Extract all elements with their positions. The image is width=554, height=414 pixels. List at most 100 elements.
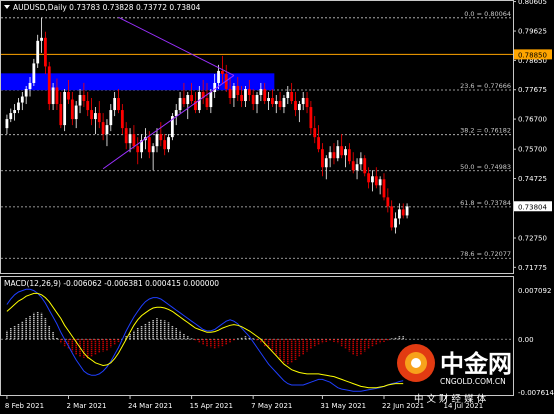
candle-bull	[232, 85, 236, 99]
fib-label: 23.6 = 0.77666	[460, 82, 511, 90]
candle-bull	[78, 95, 82, 106]
chart-canvas[interactable]: 0.0 = 0.80064 23.6 = 0.77666 38.2 = 0.7618…	[0, 0, 554, 414]
candle-bear	[374, 176, 378, 186]
candle-bear	[82, 95, 86, 102]
candle-bear	[351, 161, 355, 171]
candle-bull	[128, 134, 132, 144]
candle-bear	[390, 206, 394, 228]
candle-bear	[321, 149, 324, 168]
watermark-tagline: 中 文 财 经 媒 体	[414, 393, 487, 405]
candle-bull	[74, 105, 78, 120]
candle-bear	[363, 158, 367, 174]
fib-label: 38.2 = 0.76182	[460, 127, 511, 135]
candle-bull	[213, 82, 217, 92]
fib-label: 61.8 = 0.73784	[460, 199, 511, 207]
candle-bull	[51, 87, 55, 105]
candle-bull	[255, 95, 259, 105]
price-tick-label: 0.74725	[518, 175, 547, 183]
price-tick-label: 0.77675	[518, 86, 547, 94]
candle-bull	[209, 92, 213, 108]
candle-bear	[147, 137, 151, 153]
candle-bull	[94, 113, 97, 120]
candle-bull	[24, 88, 28, 97]
macd-values-label: MACD(12,26,9) -0.006062 -0.006381 0.0004…	[4, 279, 219, 288]
candle-bear	[240, 95, 244, 102]
candle-bear	[278, 101, 282, 108]
candle-bear	[159, 134, 163, 141]
candle-bear	[47, 66, 51, 105]
price-tick-label: 0.75700	[518, 146, 547, 154]
candle-bull	[113, 98, 117, 111]
fib-label: 78.6 = 0.72077	[460, 250, 511, 258]
time-tick-label: 31 May 2021	[320, 402, 366, 410]
candle-bear	[101, 122, 105, 135]
candle-bull	[5, 119, 9, 129]
candle-bear	[340, 146, 344, 156]
candle-bear	[70, 99, 74, 120]
candle-bull	[328, 152, 332, 159]
candle-bear	[190, 95, 194, 102]
macd-tick-label: 0.00	[518, 336, 534, 344]
candle-bull	[378, 179, 382, 186]
price-tick-label: 0.71775	[518, 264, 547, 272]
candle-bear	[305, 98, 309, 108]
candle-bull	[301, 98, 305, 105]
time-tick-label: 2 Mar 2021	[66, 402, 106, 410]
candle-bear	[163, 140, 167, 150]
candle-bear	[386, 197, 390, 207]
candle-bear	[132, 134, 136, 147]
macd-tick-label: -0.007614	[518, 389, 554, 397]
candle-bull	[371, 176, 374, 183]
candle-bull	[17, 102, 20, 111]
candle-bear	[220, 70, 224, 74]
candle-bear	[271, 98, 274, 105]
candle-bull	[344, 149, 347, 156]
candle-bull	[282, 98, 286, 108]
time-tick-label: 7 May 2021	[251, 402, 292, 410]
candle-bear	[182, 98, 186, 105]
candle-bear	[124, 128, 128, 144]
candle-bear	[97, 113, 101, 123]
candle-bull	[259, 88, 263, 96]
price-tick-label: 0.80605	[518, 0, 547, 6]
candle-bull	[359, 158, 363, 165]
candle-bear	[236, 85, 240, 96]
candle-bear	[90, 110, 93, 120]
candle-bull	[174, 110, 178, 117]
candle-bear	[332, 152, 336, 159]
candle-bear	[117, 98, 120, 111]
candle-bull	[151, 146, 155, 153]
candle-bull	[355, 164, 359, 171]
candle-bull	[105, 125, 109, 135]
watermark-brand: 中金网	[440, 350, 512, 378]
price-tick-label: 0.76700	[518, 116, 547, 124]
candle-bull	[167, 137, 170, 150]
candle-bull	[13, 110, 17, 114]
candle-bull	[336, 146, 340, 159]
price-tick-label: 0.72750	[518, 234, 547, 242]
candle-bull	[28, 82, 32, 89]
candle-bull	[109, 110, 113, 126]
candle-bear	[290, 92, 294, 102]
symbol-header: AUDUSD,Daily 0.73783 0.73828 0.73772 0.7…	[4, 3, 201, 12]
price-tick-label: 0.79625	[518, 28, 547, 36]
watermark-url: CNGOLD.COM.CN	[440, 377, 506, 386]
candle-bear	[294, 101, 297, 111]
candle-bear	[251, 95, 255, 105]
candle-bull	[9, 113, 13, 120]
candle-bear	[55, 87, 59, 105]
candle-bull	[267, 98, 270, 102]
candle-bull	[186, 95, 190, 105]
candle-bear	[205, 98, 209, 108]
macd-tick-label: 0.007092	[518, 287, 551, 295]
time-tick-label: 15 Apr 2021	[190, 402, 233, 410]
candle-bear	[382, 179, 386, 198]
candle-bear	[401, 209, 405, 216]
candle-bull	[394, 218, 397, 228]
candle-bull	[244, 88, 247, 102]
candle-bull	[155, 134, 159, 147]
candle-bear	[44, 37, 47, 67]
candle-bear	[136, 146, 140, 153]
symbol-ohlc-label: AUDUSD,Daily 0.73783 0.73828 0.73772 0.7…	[13, 3, 201, 12]
candle-bear	[67, 92, 70, 100]
